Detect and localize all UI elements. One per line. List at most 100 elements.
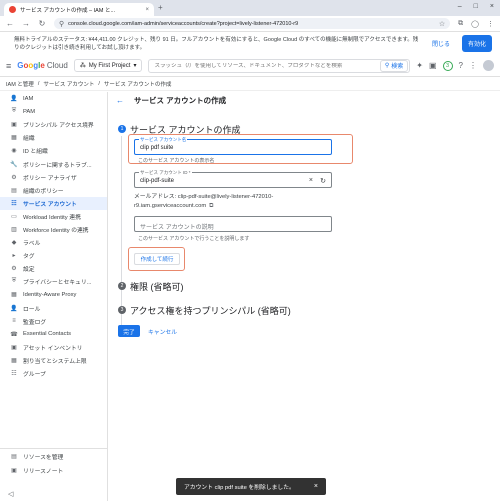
cloud-shell-icon[interactable]: ▣	[429, 61, 437, 70]
step-2-title[interactable]: 権限 (省略可)	[130, 280, 184, 293]
sidebar-item-icon: 👤	[10, 305, 18, 312]
sidebar-item-label: プリンシパル アクセス境界	[23, 123, 94, 130]
copy-icon[interactable]: ⧉	[209, 203, 213, 209]
sidebar-item[interactable]: ▦ 組織	[0, 131, 107, 144]
breadcrumb-service-accounts[interactable]: サービス アカウント	[43, 80, 94, 88]
url-text: console.cloud.google.com/iam-admin/servi…	[68, 20, 299, 27]
sidebar-item[interactable]: 👤 ロール	[0, 302, 107, 315]
service-account-id-field[interactable]: サービス アカウント ID * clip-pdf-suite × ↻	[134, 170, 332, 188]
hamburger-menu-icon[interactable]: ≡	[6, 61, 11, 71]
email-address-line-2-row: r9.iam.gserviceaccount.com ⧉	[134, 203, 214, 209]
sidebar-item[interactable]: 🔧 ポリシーに関するトラブ...	[0, 157, 107, 170]
sidebar-item-label: IAM	[23, 95, 34, 102]
gemini-icon[interactable]: ✦	[416, 61, 423, 70]
sidebar-item-icon: ▸	[12, 253, 16, 260]
tab-close-icon[interactable]: ×	[145, 7, 149, 13]
description-placeholder: サービス アカウントの説明	[140, 225, 214, 231]
sidebar-bottom-item[interactable]: ▣ リリースノート	[0, 463, 108, 477]
site-info-icon[interactable]: ⚲	[59, 20, 64, 28]
avatar[interactable]	[483, 60, 494, 71]
close-trial-button[interactable]: 閉じる	[426, 36, 456, 51]
sidebar-item[interactable]: ▭ Workload Identity 連携	[0, 210, 107, 223]
sidebar-item-label: Essential Contacts	[23, 331, 72, 338]
sidebar-item[interactable]: ⛨ プライバシーとセキュリ...	[0, 275, 107, 288]
google-cloud-logo[interactable]: Google Cloud	[17, 61, 68, 70]
sidebar-item-label: 組織	[23, 136, 35, 143]
activate-button[interactable]: 有効化	[461, 35, 492, 52]
sidebar-item[interactable]: ▣ アセット インベントリ	[0, 341, 107, 354]
sidebar-item[interactable]: ⚙ ポリシー アナライザ	[0, 171, 107, 184]
sidebar-item[interactable]: ▦ 割り当てとシステム上限	[0, 354, 107, 367]
search-icon: ⚲	[384, 63, 390, 69]
browser-tab[interactable]: サービス アカウントの作成 – IAM と... ×	[4, 3, 154, 16]
maximize-icon[interactable]: □	[474, 3, 478, 10]
sidebar-item-icon: ⛨	[11, 278, 17, 285]
snackbar-close-icon[interactable]: ×	[314, 483, 318, 490]
extensions-icon[interactable]: ⧉	[458, 20, 463, 28]
sidebar-item[interactable]: ◆ ラベル	[0, 236, 107, 249]
create-and-continue-button[interactable]: 作成して続行	[134, 253, 180, 265]
new-tab-icon[interactable]: +	[158, 3, 163, 12]
sidebar-item-label: 監査ログ	[23, 319, 47, 326]
settings-kebab-icon[interactable]: ⋮	[469, 61, 477, 70]
url-field[interactable]: ⚲ console.cloud.google.com/iam-admin/ser…	[54, 18, 451, 29]
sidebar-bottom-label: リソースを管理	[23, 454, 64, 461]
sidebar-item[interactable]: ▦ Identity-Aware Proxy	[0, 288, 107, 301]
search-input[interactable]	[154, 62, 380, 69]
back-arrow-icon[interactable]: ←	[116, 96, 124, 105]
service-account-description-field[interactable]: サービス アカウントの説明	[134, 216, 332, 232]
sidebar-item-label: ロール	[23, 306, 41, 313]
done-button[interactable]: 完了	[118, 325, 140, 337]
back-icon[interactable]: ←	[6, 19, 14, 28]
cancel-button[interactable]: キャンセル	[148, 325, 177, 337]
sidebar-item[interactable]: ▣ プリンシパル アクセス境界	[0, 118, 107, 131]
close-window-icon[interactable]: ×	[490, 3, 494, 10]
bookmark-star-icon[interactable]: ☆	[439, 20, 445, 28]
sidebar-item[interactable]: ▤ 組織のポリシー	[0, 184, 107, 197]
sidebar-item[interactable]: ◉ ID と組織	[0, 144, 107, 157]
help-icon[interactable]: ?	[459, 61, 463, 70]
menu-kebab-icon[interactable]: ⋮	[487, 20, 494, 28]
description-helper-text: このサービス アカウントで行うことを説明します	[138, 236, 250, 242]
sidebar-bottom-item[interactable]: ▤ リソースを管理	[0, 449, 108, 463]
reload-icon[interactable]: ↻	[38, 19, 46, 28]
sidebar-item-label: 割り当てとシステム上限	[23, 358, 87, 365]
snackbar-text: アカウント clip pdf suite を削除しました。	[184, 485, 295, 491]
collapse-sidebar-icon[interactable]: ◁	[8, 490, 13, 498]
console-header: ≡ Google Cloud ⁂ My First Project ▾ ⚲ 検索…	[0, 55, 500, 77]
sidebar-item[interactable]: 👤 IAM	[0, 92, 107, 105]
sidebar-item[interactable]: ⛨ PAM	[0, 105, 107, 118]
sidebar-item-icon: ▣	[11, 122, 17, 129]
sidebar-item[interactable]: ▸ タグ	[0, 249, 107, 262]
service-account-name-field[interactable]: サービス アカウント名 clip pdf suite	[134, 137, 332, 155]
minimize-icon[interactable]: –	[458, 3, 462, 10]
sidebar-item-icon: ▥	[11, 226, 17, 233]
sidebar-item[interactable]: ☷ グループ	[0, 367, 107, 380]
step-connector-line	[121, 136, 122, 326]
clear-icon[interactable]: ×	[309, 177, 313, 184]
sidebar-item[interactable]: ≡ 監査ログ	[0, 315, 107, 328]
project-selector[interactable]: ⁂ My First Project ▾	[73, 59, 143, 72]
sidebar-item[interactable]: ☎ Essential Contacts	[0, 328, 107, 341]
forward-icon[interactable]: →	[22, 19, 30, 28]
search-button[interactable]: ⚲ 検索	[379, 59, 409, 72]
step-3-number: 3	[118, 306, 126, 314]
sidebar-item[interactable]: ▥ Workforce Identity の連携	[0, 223, 107, 236]
email-address-line-1: メールアドレス: clip-pdf-suite@lively-listener-…	[134, 194, 274, 200]
sidebar-item-icon: ⛨	[11, 108, 17, 115]
sidebar-item[interactable]: ☷ サービス アカウント	[0, 196, 107, 210]
step-3-title[interactable]: アクセス権を持つプリンシパル (省略可)	[130, 304, 291, 317]
search-bar[interactable]: ⚲ 検索	[148, 58, 411, 73]
sidebar-item-icon: 👤	[10, 96, 18, 103]
regenerate-icon[interactable]: ↻	[320, 177, 326, 185]
sidebar-item-label: Workload Identity 連携	[23, 214, 81, 221]
sidebar-item-label: プライバシーとセキュリ...	[23, 280, 92, 287]
main-content: ← サービス アカウントの作成 1 サービス アカウントの作成 サービス アカウ…	[108, 92, 500, 501]
profile-icon[interactable]: ◯	[471, 20, 479, 28]
sidebar-item-icon: ◉	[11, 148, 17, 155]
step-2-number: 2	[118, 282, 126, 290]
sidebar-bottom-icon: ▣	[11, 467, 17, 474]
sidebar-item[interactable]: ⚙ 設定	[0, 262, 107, 275]
breadcrumb-iam[interactable]: IAM と管理	[6, 80, 34, 88]
notifications-badge[interactable]: 3	[442, 60, 453, 71]
